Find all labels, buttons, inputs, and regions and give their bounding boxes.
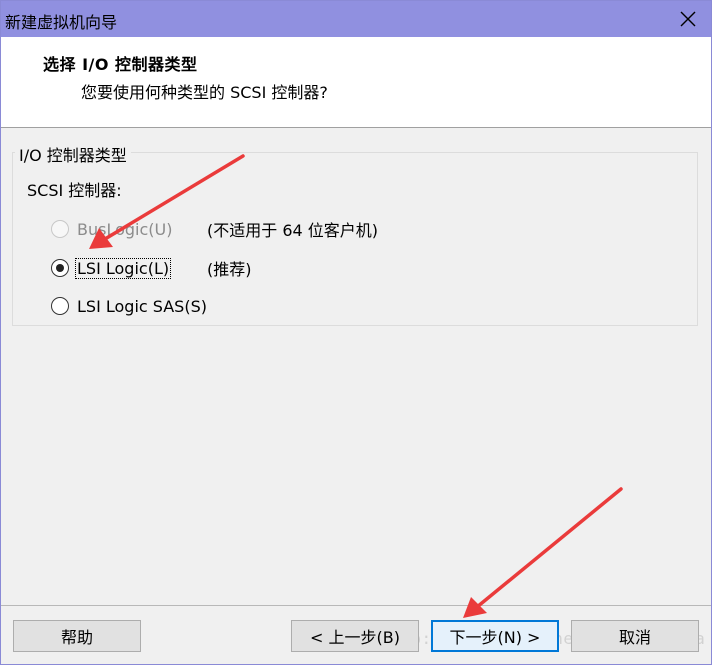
radio-button-lsi-logic[interactable] xyxy=(51,259,69,277)
radio-button-buslogic[interactable] xyxy=(51,220,69,238)
next-button[interactable]: 下一步(N) > xyxy=(431,620,559,652)
wizard-header: 选择 I/O 控制器类型 您要使用何种类型的 SCSI 控制器? xyxy=(1,37,711,128)
group-legend: I/O 控制器类型 xyxy=(15,142,131,166)
page-subtitle: 您要使用何种类型的 SCSI 控制器? xyxy=(81,83,328,102)
note-buslogic: (不适用于 64 位客户机) xyxy=(207,221,379,240)
window-title: 新建虚拟机向导 xyxy=(5,13,118,32)
help-button[interactable]: 帮助 xyxy=(13,620,141,652)
close-button[interactable] xyxy=(677,8,699,30)
radio-label-lsi-logic: LSI Logic(L) xyxy=(74,257,172,279)
footer-separator xyxy=(1,605,711,606)
title-bar[interactable]: 新建虚拟机向导 xyxy=(1,1,711,37)
radio-lsi-logic[interactable]: LSI Logic(L) xyxy=(51,256,172,280)
radio-label-lsi-logic-sas: LSI Logic SAS(S) xyxy=(77,296,207,316)
cancel-button[interactable]: 取消 xyxy=(571,620,699,652)
radio-lsi-logic-sas[interactable]: LSI Logic SAS(S) xyxy=(51,294,208,318)
wizard-window: 新建虚拟机向导 选择 I/O 控制器类型 您要使用何种类型的 SCSI 控制器?… xyxy=(0,0,712,665)
back-button[interactable]: < 上一步(B) xyxy=(291,620,419,652)
radio-button-lsi-logic-sas[interactable] xyxy=(51,297,69,315)
annotation-arrow-to-next xyxy=(463,487,623,618)
close-icon xyxy=(680,11,696,27)
radio-label-buslogic: BusLogic(U) xyxy=(77,219,173,239)
page-title: 选择 I/O 控制器类型 xyxy=(43,55,198,74)
scsi-controller-label: SCSI 控制器: xyxy=(27,181,122,200)
radio-buslogic[interactable]: BusLogic(U) xyxy=(51,217,173,241)
note-lsi-logic: (推荐) xyxy=(207,260,252,279)
